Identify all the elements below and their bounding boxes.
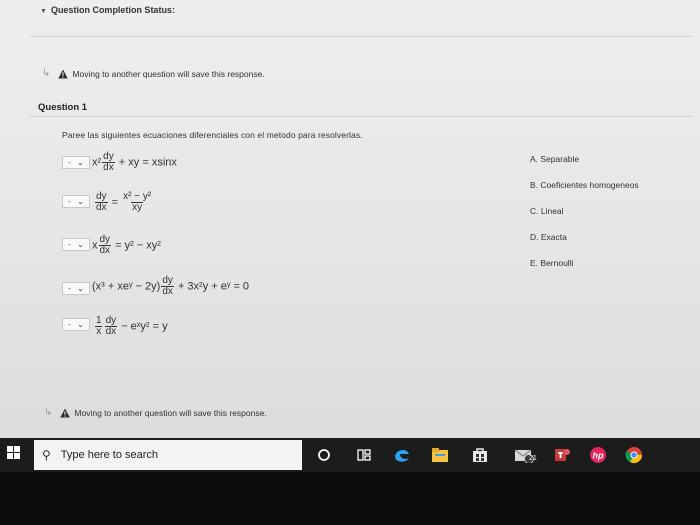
task-view-icon[interactable] (352, 443, 376, 467)
svg-text:hp: hp (593, 451, 604, 461)
windows-start-icon[interactable] (7, 446, 21, 460)
return-arrow-icon: ↳ (42, 68, 51, 79)
chevron-down-icon: ⌄ (77, 158, 84, 167)
chevron-down-icon: ⌄ (77, 320, 84, 329)
chevron-down-icon: ⌄ (77, 240, 84, 249)
search-icon: ⚲ (42, 448, 51, 462)
divider (30, 36, 692, 37)
option-e: E. Bernoulli (530, 258, 574, 268)
question-title: Question 1 (38, 102, 88, 113)
answer-select-5[interactable]: - ⌄ (62, 318, 90, 331)
save-notice-text: Moving to another question will save thi… (72, 68, 265, 79)
teams-icon[interactable] (550, 443, 574, 467)
chevron-down-icon: ▼ (40, 8, 47, 15)
status-title: Question Completion Status: (50, 5, 175, 15)
equation-1: x² dy dx + xy = xsinx (92, 151, 177, 173)
chevron-down-icon: ⌄ (77, 284, 84, 293)
cortana-icon[interactable] (312, 443, 336, 467)
option-c: C. Lineal (530, 206, 564, 216)
taskbar-search-box[interactable]: ⚲ Type here to search (34, 440, 302, 470)
option-d: D. Exacta (530, 232, 567, 242)
answer-select-3[interactable]: - ⌄ (62, 238, 90, 251)
question-completion-status[interactable]: ▼ Question Completion Status: (40, 5, 175, 15)
notification-badge: 21 (529, 455, 537, 462)
equation-3: x dy dx = y² − xy² (92, 234, 161, 256)
mail-icon[interactable]: 21 (510, 443, 538, 467)
save-notice-top: ↳ Moving to another question will save t… (42, 68, 265, 79)
search-placeholder: Type here to search (60, 449, 159, 461)
return-arrow-icon: ↳ (44, 407, 53, 418)
save-notice-bottom: ↳ Moving to another question will save t… (44, 407, 267, 418)
question-instructions: Paree las siguientes ecuaciones diferenc… (62, 130, 363, 140)
store-icon[interactable] (468, 443, 492, 467)
equation-4: (x³ + xeʸ − 2y) dy dx + 3x²y + eʸ = 0 (92, 275, 250, 297)
save-notice-text: Moving to another question will save thi… (74, 407, 267, 418)
browser-page: ▼ Question Completion Status: ↳ Moving to… (0, 0, 700, 438)
answer-select-2[interactable]: - ⌄ (62, 195, 90, 208)
warning-icon (60, 408, 71, 417)
equation-5: 1 x dy dx − eˣy² = y (95, 315, 168, 337)
option-b: B. Coeficientes homogeneos (530, 180, 639, 190)
warning-icon (58, 69, 69, 78)
edge-browser-icon[interactable] (390, 443, 414, 467)
equation-2: dy dx = x² − y² xy (95, 191, 152, 213)
divider (30, 116, 692, 117)
file-explorer-icon[interactable] (428, 443, 452, 467)
answer-select-4[interactable]: - ⌄ (62, 282, 90, 295)
hp-icon[interactable]: hp (586, 443, 610, 467)
chrome-icon[interactable] (622, 443, 646, 467)
option-a: A. Separable (530, 154, 580, 164)
chevron-down-icon: ⌄ (77, 197, 84, 206)
answer-select-1[interactable]: - ⌄ (62, 156, 90, 169)
